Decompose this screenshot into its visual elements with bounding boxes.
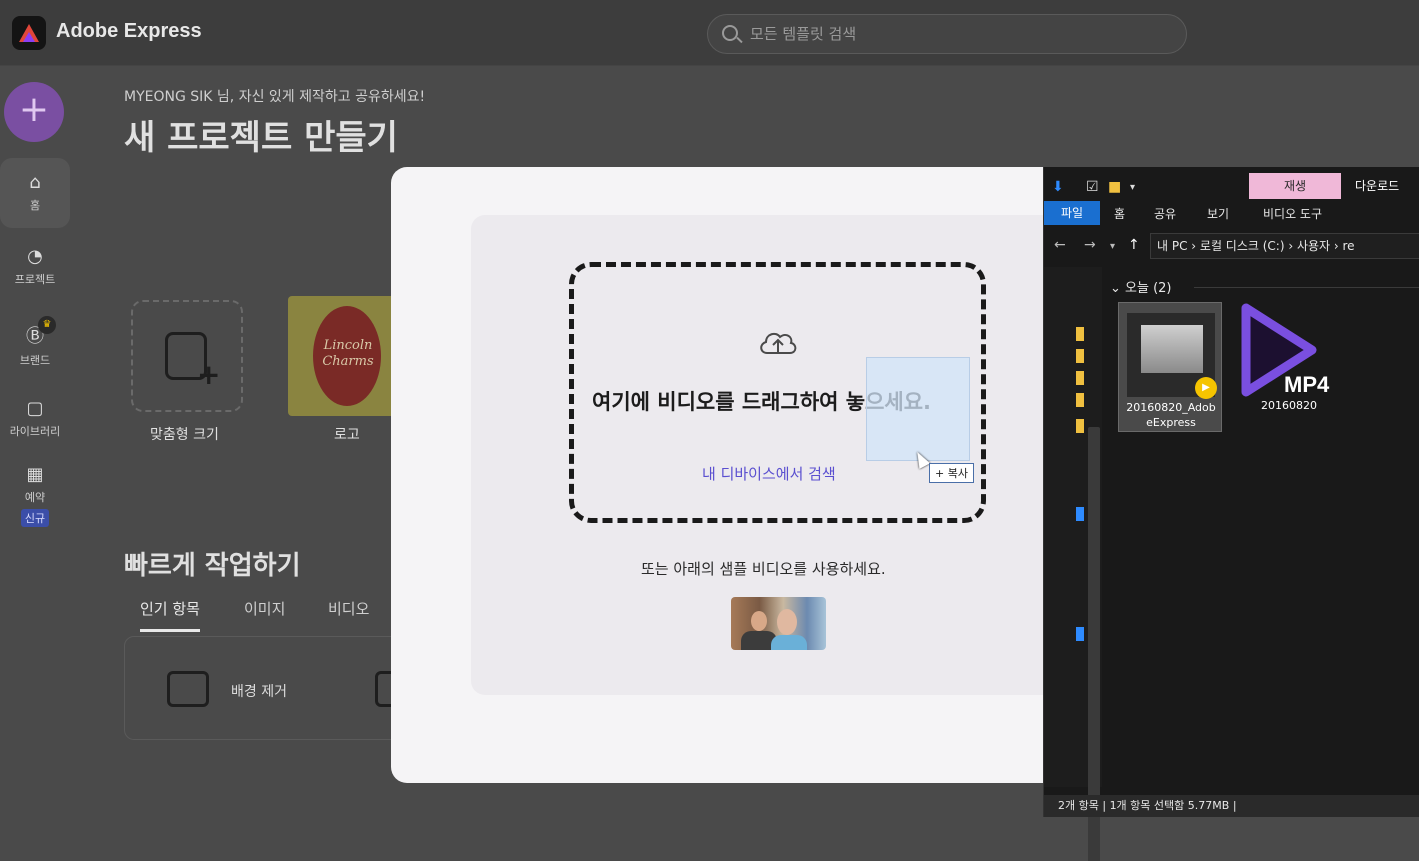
back-arrow-icon[interactable]: ← xyxy=(1054,237,1066,253)
remove-background-card[interactable]: 배경 제거 xyxy=(124,636,424,740)
context-tab-play[interactable]: 재생 xyxy=(1249,173,1341,199)
projects-icon: ◔ xyxy=(27,246,43,267)
up-arrow-icon[interactable]: ↑ xyxy=(1128,237,1140,253)
tab-video-tools[interactable]: 비디오 도구 xyxy=(1263,205,1322,222)
custom-size-label: 맞춤형 크기 xyxy=(150,427,219,443)
nav-item-home[interactable]: ⌂ 홈 xyxy=(0,158,70,228)
play-badge-icon: ▶ xyxy=(1195,377,1217,399)
properties-icon[interactable]: ☑ xyxy=(1086,179,1099,195)
calendar-icon: ▦ xyxy=(26,464,44,485)
sample-video-thumbnail[interactable] xyxy=(731,597,826,650)
sample-video-text: 또는 아래의 샘플 비디오를 사용하세요. xyxy=(641,560,886,578)
pc-icon[interactable] xyxy=(1076,507,1084,521)
tab-home[interactable]: 홈 xyxy=(1114,205,1125,222)
tab-share[interactable]: 공유 xyxy=(1154,205,1176,222)
upload-video-modal: 여기에 비디오를 드래그하여 놓으세요. 내 디바이스에서 검색 + 복사 또는… xyxy=(391,167,1091,783)
drive-icon[interactable] xyxy=(1076,627,1084,641)
folder-icon[interactable] xyxy=(1076,371,1084,385)
item-count: 2개 항목 xyxy=(1058,799,1099,812)
cloud-upload-icon xyxy=(760,332,797,354)
folder-icon[interactable] xyxy=(1076,349,1084,363)
status-bar: 2개 항목 | 1개 항목 선택함 5.77MB | xyxy=(1044,795,1419,817)
browse-device-link[interactable]: 내 디바이스에서 검색 xyxy=(702,463,836,484)
chevron-down-icon: ⌄ xyxy=(1110,281,1126,296)
quick-card-label: 배경 제거 xyxy=(231,684,287,700)
brand-icon: Ⓑ xyxy=(26,326,44,347)
plus-icon: + xyxy=(197,358,221,391)
nav-item-library[interactable]: ▢ 라이브러리 xyxy=(0,398,70,439)
mp4-badge: MP4 xyxy=(1284,372,1330,397)
folder-icon[interactable]: ■ xyxy=(1108,179,1121,195)
nav-item-label: 프로젝트 xyxy=(14,273,56,286)
group-divider xyxy=(1194,287,1419,288)
app-title: Adobe Express xyxy=(56,20,202,42)
search-icon xyxy=(722,25,738,41)
left-navigation: + ⌂ 홈 ◔ 프로젝트 Ⓑ ♛ 브랜드 ▢ 라이브러리 ▦ 예약 신규 xyxy=(0,66,70,861)
new-badge: 신규 xyxy=(20,509,50,527)
search-input[interactable] xyxy=(750,23,1170,45)
nav-item-schedule[interactable]: ▦ 예약 신규 xyxy=(0,464,70,527)
ribbon-tabs: 파일 홈 공유 보기 비디오 도구 xyxy=(1044,201,1419,225)
file-item[interactable]: MP4 20160820 xyxy=(1234,302,1344,432)
template-search[interactable] xyxy=(707,14,1187,54)
file-name: 20160820 xyxy=(1261,399,1317,412)
custom-size-card[interactable]: + xyxy=(131,300,243,412)
file-explorer-window: ⬇ ☑ ■ ▾ 재생 다운로드 파일 홈 공유 보기 비디오 도구 ← → ▾ … xyxy=(1043,167,1419,861)
folder-icon[interactable] xyxy=(1076,419,1084,433)
nav-item-brand[interactable]: Ⓑ ♛ 브랜드 xyxy=(0,316,70,368)
copy-tooltip: + 복사 xyxy=(929,463,974,483)
file-name: 20160820_Adob eExpress xyxy=(1126,401,1216,429)
library-icon: ▢ xyxy=(26,398,44,419)
nav-item-label: 라이브러리 xyxy=(9,425,61,438)
nav-item-label: 브랜드 xyxy=(19,354,51,367)
window-title: 다운로드 xyxy=(1355,179,1400,193)
nav-item-label: 예약 xyxy=(24,491,46,504)
tab-view[interactable]: 보기 xyxy=(1207,205,1229,222)
adobe-express-logo[interactable] xyxy=(12,16,46,50)
crown-icon: ♛ xyxy=(38,316,56,334)
page-title: 새 프로젝트 만들기 xyxy=(124,118,398,158)
greeting-text: MYEONG SIK 님, 자신 있게 제작하고 공유하세요! xyxy=(124,89,426,105)
folder-icon[interactable] xyxy=(1076,393,1084,407)
file-item-selected[interactable]: ▶ 20160820_Adob eExpress xyxy=(1118,302,1222,432)
home-icon: ⌂ xyxy=(29,172,41,193)
address-path[interactable]: 내 PC › 로컬 디스크 (C:) › 사용자 › re xyxy=(1150,233,1419,259)
logo-thumbnail-text: Lincoln Charms xyxy=(322,338,374,369)
logo-label: 로고 xyxy=(334,427,360,443)
logo-card[interactable]: Lincoln Charms xyxy=(288,296,398,416)
recent-locations-icon[interactable]: ▾ xyxy=(1110,241,1115,252)
customize-toolbar-icon[interactable]: ▾ xyxy=(1130,182,1135,193)
forward-arrow-icon[interactable]: → xyxy=(1084,237,1096,253)
app-header: Adobe Express xyxy=(0,0,1419,66)
drag-preview xyxy=(866,357,970,461)
tab-file[interactable]: 파일 xyxy=(1044,201,1100,225)
quick-actions-title: 빠르게 작업하기 xyxy=(124,551,301,581)
image-icon xyxy=(167,671,209,707)
selection-info: 1개 항목 선택함 5.77MB xyxy=(1109,799,1230,812)
download-arrow-icon[interactable]: ⬇ xyxy=(1052,179,1064,195)
nav-item-projects[interactable]: ◔ 프로젝트 xyxy=(0,246,70,287)
create-new-button[interactable]: + xyxy=(4,82,64,142)
group-header-today[interactable]: ⌄ 오늘 (2) xyxy=(1110,277,1172,296)
nav-item-label: 홈 xyxy=(29,199,41,212)
tab-image[interactable]: 이미지 xyxy=(244,598,285,619)
tab-popular[interactable]: 인기 항목 xyxy=(140,598,200,632)
folder-icon[interactable] xyxy=(1076,327,1084,341)
address-bar-row: ← → ▾ ↑ 내 PC › 로컬 디스크 (C:) › 사용자 › re xyxy=(1044,231,1419,261)
navigation-pane xyxy=(1044,267,1102,861)
tab-video[interactable]: 비디오 xyxy=(328,598,369,619)
